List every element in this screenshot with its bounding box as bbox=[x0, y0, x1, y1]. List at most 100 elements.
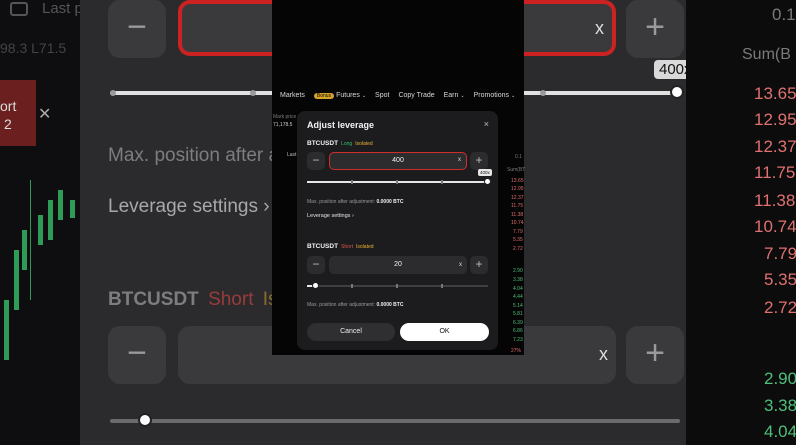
last-label: Last bbox=[287, 152, 297, 158]
chevron-down-icon: ⌄ bbox=[511, 93, 516, 99]
long-max-position-value: 0.0000 BTC bbox=[376, 199, 404, 205]
background-bid-0: 2.90 bbox=[764, 369, 796, 388]
background-ask-2: 12.37 bbox=[754, 137, 796, 156]
short-clear-icon[interactable]: x bbox=[459, 256, 462, 274]
background-ask-6: 7.79 bbox=[764, 244, 796, 263]
long-max-position: Max. position after adjustment: 0.0000 B… bbox=[307, 199, 404, 205]
top-navigation: Markets Bonus Futures ⌄ Spot Copy Trade Ea… bbox=[280, 92, 515, 99]
orderbook-ask: 11.38 bbox=[511, 212, 524, 218]
close-icon[interactable]: × bbox=[484, 119, 489, 129]
short-pair-row: BTCUSDT Short Isolated bbox=[307, 243, 374, 250]
slider-tick bbox=[441, 284, 443, 288]
background-clear-icon: x bbox=[595, 18, 604, 38]
short-max-position-value: 0.0000 BTC bbox=[376, 302, 404, 308]
background-slider-knob bbox=[670, 85, 684, 99]
camera-icon bbox=[10, 2, 28, 16]
long-leverage-slider[interactable]: 400x bbox=[307, 169, 492, 185]
background-clear-icon-2: x bbox=[599, 344, 608, 364]
slider-tick bbox=[351, 180, 353, 184]
long-decrease-button[interactable]: − bbox=[307, 152, 325, 170]
long-side-label: Long bbox=[341, 141, 353, 147]
mark-price-label: Mark price bbox=[273, 114, 297, 120]
long-slider-knob[interactable] bbox=[484, 178, 491, 185]
cancel-button[interactable]: Cancel bbox=[307, 323, 395, 341]
background-top-right-num: 0.1 bbox=[772, 5, 796, 24]
background-last-price-label: Last p bbox=[42, 0, 83, 17]
nav-markets[interactable]: Markets bbox=[280, 92, 305, 99]
long-pair-row: BTCUSDT Long Isolated bbox=[307, 140, 373, 147]
ok-button[interactable]: OK bbox=[400, 323, 489, 341]
leverage-settings-link[interactable]: Leverage settings › bbox=[307, 213, 354, 219]
background-ask-7: 5.35 bbox=[764, 270, 796, 289]
background-slider-knob-2 bbox=[138, 413, 152, 427]
short-leverage-slider[interactable] bbox=[307, 282, 488, 289]
short-side-label: Short bbox=[341, 244, 354, 250]
futures-badge: Bonus bbox=[313, 93, 335, 99]
slider-tick bbox=[396, 284, 398, 288]
orderbook-bid: 6.86 bbox=[513, 328, 523, 334]
background-bid-1: 3.38 bbox=[764, 396, 796, 415]
background-slider-track-2 bbox=[110, 419, 680, 423]
nav-spot[interactable]: Spot bbox=[375, 92, 389, 99]
orderbook-bid: 3.38 bbox=[513, 277, 523, 283]
orderbook-ask: 7.79 bbox=[513, 229, 523, 235]
background-ask-8: 2.72 bbox=[764, 298, 796, 317]
orderbook-ask: 2.72 bbox=[513, 246, 523, 252]
short-margin-mode: Isolated bbox=[356, 244, 374, 250]
orderbook-bid: 7.23 bbox=[513, 337, 523, 343]
background-ask-3: 11.75 bbox=[754, 163, 796, 182]
long-leverage-input[interactable]: 400 x bbox=[329, 152, 467, 170]
short-leverage-value: 20 bbox=[394, 261, 402, 268]
short-pair-symbol: BTCUSDT bbox=[307, 243, 339, 250]
background-minus-button-2: − bbox=[108, 326, 166, 384]
background-pair-row: BTCUSDT Short Iso bbox=[108, 289, 288, 310]
orderbook-ask: 11.75 bbox=[511, 203, 524, 209]
background-max-position-text: Max. position after a bbox=[108, 145, 280, 166]
nav-earn[interactable]: Earn ⌄ bbox=[444, 92, 465, 99]
chevron-down-icon: ⌄ bbox=[361, 93, 367, 99]
slider-tick bbox=[351, 284, 353, 288]
long-clear-icon[interactable]: x bbox=[458, 153, 461, 168]
background-sum-label: Sum(B bbox=[742, 46, 791, 63]
adjust-leverage-dialog: Adjust leverage × BTCUSDT Long Isolated … bbox=[297, 111, 498, 350]
background-close-icon: ✕ bbox=[38, 106, 52, 123]
orderbook-bid: 4.04 bbox=[513, 286, 523, 292]
orderbook-bid: 2.90 bbox=[513, 268, 523, 274]
background-short-tag-num: 2 bbox=[4, 116, 12, 132]
background-plus-button-2: + bbox=[626, 326, 684, 384]
orderbook-ask: 12.95 bbox=[511, 186, 524, 192]
long-increase-button[interactable]: + bbox=[470, 152, 488, 170]
slider-tick bbox=[441, 180, 443, 184]
background-leverage-settings: Leverage settings › bbox=[108, 196, 270, 217]
background-short-tag: ort 2 bbox=[0, 80, 36, 146]
background-ask-5: 10.74 bbox=[754, 217, 796, 236]
nav-futures[interactable]: Bonus Futures ⌄ bbox=[313, 92, 367, 99]
chevron-down-icon: ⌄ bbox=[460, 93, 465, 99]
long-slider-tooltip: 400x bbox=[478, 169, 492, 176]
orderbook-ask: 10.74 bbox=[511, 220, 524, 226]
background-ask-0: 13.65 bbox=[754, 84, 796, 103]
orderbook-ask: 13.65 bbox=[511, 178, 524, 184]
nav-promotions[interactable]: Promotions ⌄ bbox=[474, 92, 516, 99]
dialog-title: Adjust leverage bbox=[307, 120, 375, 130]
mark-price-value: 71,178.5 bbox=[273, 122, 293, 128]
screen: Last p 98.3 L71.5 ort 2 ✕ − x + 400x Max… bbox=[0, 0, 796, 445]
orderbook-bid: 4.44 bbox=[513, 294, 523, 300]
orderbook-bid: 6.39 bbox=[513, 320, 523, 326]
background-right-panel: 0.1 Sum(B 13.65 12.95 12.37 11.75 11.38 … bbox=[686, 0, 796, 445]
orderbook-sum-header: Sum(BT bbox=[507, 167, 526, 173]
chevron-right-icon: › bbox=[351, 213, 354, 219]
orderbook-ask: 5.35 bbox=[513, 237, 523, 243]
short-increase-button[interactable]: + bbox=[470, 256, 488, 274]
short-slider-knob[interactable] bbox=[312, 282, 319, 289]
short-max-position: Max. position after adjustment: 0.0000 B… bbox=[307, 302, 404, 308]
nav-copy-trade[interactable]: Copy Trade bbox=[398, 92, 434, 99]
orderbook-ask: 12.37 bbox=[511, 195, 524, 201]
background-ask-1: 12.95 bbox=[754, 110, 796, 129]
orderbook-ratio: 27% bbox=[511, 348, 522, 354]
short-leverage-input[interactable]: 20 x bbox=[329, 256, 467, 274]
short-decrease-button[interactable]: − bbox=[307, 256, 325, 274]
background-ask-4: 11.38 bbox=[754, 191, 796, 210]
background-minus-button: − bbox=[108, 0, 166, 58]
background-short-tag-text: ort bbox=[0, 98, 17, 114]
